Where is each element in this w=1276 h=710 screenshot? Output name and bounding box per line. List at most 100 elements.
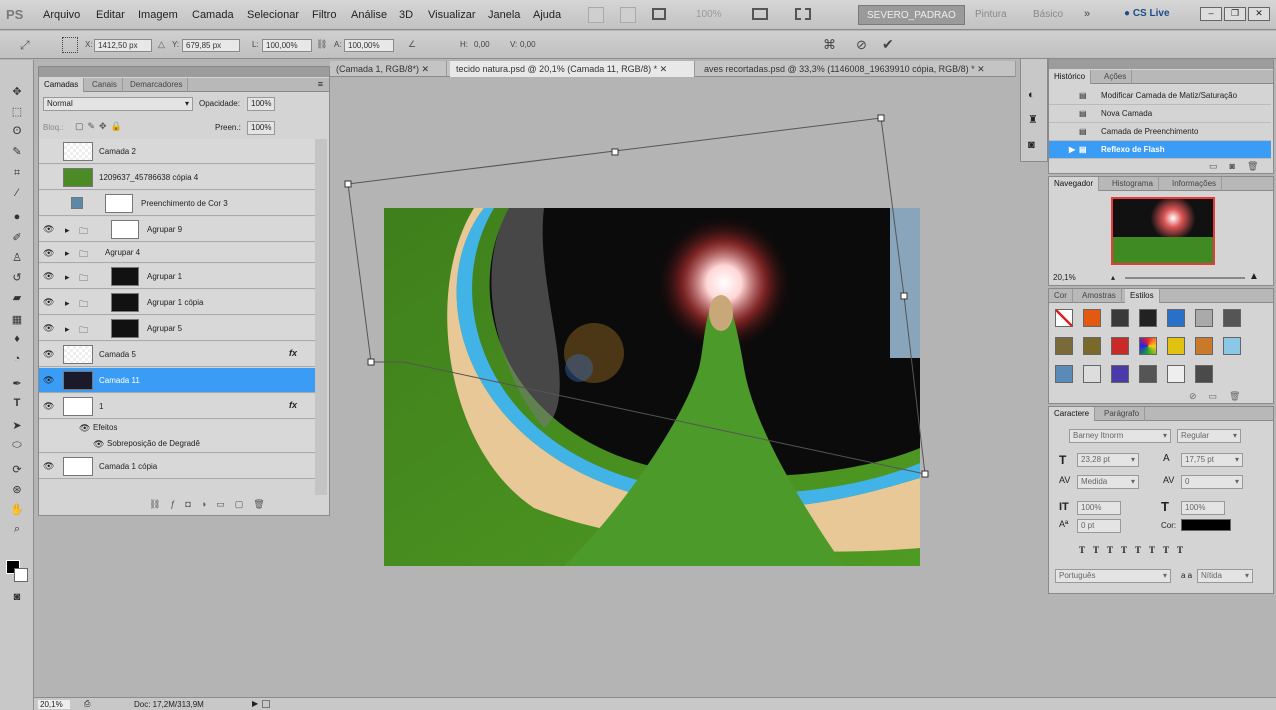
eye-icon[interactable]: 👁 — [93, 439, 104, 450]
arrange-documents-icon[interactable] — [752, 8, 768, 20]
skew-v-field[interactable]: 0,00 — [520, 40, 536, 49]
layers-footer-icons[interactable]: ⛓ƒ◘◑▭▢🗑 — [149, 499, 275, 510]
style-swatch[interactable] — [1083, 309, 1101, 327]
layer-effects-icon[interactable]: fx — [289, 348, 297, 358]
styles-footer-icons[interactable]: ⊘▭🗑 — [1189, 391, 1252, 402]
menu-3d[interactable]: 3D — [399, 9, 413, 21]
commit-transform-icon[interactable]: ✔ — [882, 36, 894, 53]
marquee-tool-icon[interactable]: ⬚ — [8, 102, 26, 120]
transform-handle[interactable] — [900, 292, 908, 300]
style-swatch[interactable] — [1223, 309, 1241, 327]
baseline-shift-field[interactable]: 0 pt — [1077, 519, 1121, 533]
transform-handle[interactable] — [877, 114, 885, 122]
status-zoom-field[interactable]: 20,1% — [38, 700, 70, 709]
antialias-select[interactable]: Nítida ▾ — [1197, 569, 1253, 583]
shape-tool-icon[interactable]: ⬭ — [8, 436, 26, 454]
move-tool-icon[interactable]: ✥ — [8, 82, 26, 100]
vertical-scale-field[interactable]: 100% — [1077, 501, 1121, 515]
font-size-field[interactable]: 23,28 pt ▾ — [1077, 453, 1139, 467]
tab-tecido-natura[interactable]: tecido natura.psd @ 20,1% (Camada 11, RG… — [450, 61, 695, 77]
mini-bridge-icon[interactable] — [620, 7, 636, 23]
workspace-pintura-link[interactable]: Pintura — [975, 9, 1007, 20]
style-none[interactable] — [1055, 309, 1073, 327]
type-tool-icon[interactable]: T — [8, 394, 26, 412]
eye-icon[interactable]: 👁 — [79, 423, 90, 434]
menu-analise[interactable]: Análise — [351, 9, 387, 21]
hand-tool-icon[interactable]: ✋ — [8, 500, 26, 518]
zoom-out-icon[interactable]: ▴ — [1111, 273, 1115, 282]
path-selection-tool-icon[interactable]: ➤ — [8, 416, 26, 434]
style-swatch[interactable] — [1195, 309, 1213, 327]
expand-arrow-icon[interactable]: ▸ — [65, 324, 70, 335]
eye-icon[interactable]: 👁 — [43, 271, 55, 281]
layer-row[interactable]: 👁 ▸ 🗀 Agrupar 9 — [39, 217, 315, 242]
clone-stamp-tool-icon[interactable]: ♙ — [8, 248, 26, 266]
kerning-select[interactable]: Medida ▾ — [1077, 475, 1139, 489]
history-item-selected[interactable]: ▶ ▤ Reflexo de Flash — [1049, 141, 1271, 159]
language-select[interactable]: Português ▾ — [1055, 569, 1171, 583]
tab-cor[interactable]: Cor — [1049, 289, 1073, 303]
layer-row[interactable]: 👁 1 fx — [39, 394, 315, 419]
tab-amostras[interactable]: Amostras — [1077, 289, 1122, 303]
tab-histograma[interactable]: Histograma — [1107, 177, 1159, 191]
eye-icon[interactable]: 👁 — [43, 375, 55, 385]
leading-field[interactable]: 17,75 pt ▾ — [1181, 453, 1243, 467]
tab-historico[interactable]: Histórico — [1049, 70, 1092, 84]
menu-ajuda[interactable]: Ajuda — [533, 9, 561, 21]
style-swatch[interactable] — [1167, 337, 1185, 355]
bridge-icon[interactable] — [588, 7, 604, 23]
close-tab-icon[interactable]: ✕ — [977, 64, 985, 74]
layer-row[interactable]: 👁 Camada 5 fx — [39, 342, 315, 367]
layer-row[interactable]: 👁 ▸ 🗀 Agrupar 5 — [39, 316, 315, 341]
text-color-swatch[interactable] — [1181, 519, 1231, 531]
more-workspaces-icon[interactable]: » — [1084, 8, 1090, 20]
history-item[interactable]: ▤ Modificar Camada de Matiz/Saturação — [1049, 87, 1271, 105]
opacity-field[interactable]: 100% — [247, 97, 275, 111]
style-swatch[interactable] — [1055, 365, 1073, 383]
clone-source-icon[interactable]: ◙ — [1028, 139, 1035, 151]
fill-field[interactable]: 100% — [247, 121, 275, 135]
menu-janela[interactable]: Janela — [488, 9, 520, 21]
eye-icon[interactable]: 👁 — [43, 323, 55, 333]
lasso-tool-icon[interactable]: ʘ — [8, 122, 26, 140]
scroll-left-icon[interactable] — [262, 700, 270, 708]
transform-handle[interactable] — [344, 180, 352, 188]
style-swatch[interactable] — [1195, 337, 1213, 355]
quick-mask-icon[interactable]: ◙ — [8, 588, 26, 606]
tab-acoes[interactable]: Ações — [1099, 70, 1133, 84]
reference-point-icon[interactable] — [62, 37, 78, 53]
delta-icon[interactable]: △ — [158, 39, 165, 50]
style-swatch[interactable] — [1111, 337, 1129, 355]
panel-titlebar[interactable] — [1049, 59, 1273, 69]
tab-aves-recortadas[interactable]: aves recortadas.psd @ 33,3% (1146008_196… — [698, 61, 1016, 77]
history-item[interactable]: ▤ Camada de Preenchimento — [1049, 123, 1271, 141]
effect-row[interactable]: 👁 Sobreposição de Degradê — [39, 436, 315, 453]
menu-visualizar[interactable]: Visualizar — [428, 9, 476, 21]
style-swatch[interactable] — [1223, 337, 1241, 355]
layer-row[interactable]: Preenchimento de Cor 3 — [39, 191, 315, 216]
menu-arquivo[interactable]: Arquivo — [43, 9, 80, 21]
style-swatch[interactable] — [1055, 337, 1073, 355]
style-swatch[interactable] — [1167, 365, 1185, 383]
blur-tool-icon[interactable]: ♦ — [8, 330, 26, 348]
zoom-slider[interactable] — [1125, 277, 1245, 279]
dodge-tool-icon[interactable]: ◔ — [8, 350, 26, 368]
layer-effects-icon[interactable]: fx — [289, 400, 297, 410]
tab-demarcadores[interactable]: Demarcadores — [125, 78, 189, 92]
close-tab-icon[interactable]: ✕ — [422, 64, 430, 74]
link-icon[interactable]: ⛓ — [316, 39, 327, 50]
style-swatch[interactable] — [1139, 309, 1157, 327]
transform-bounding-box[interactable] — [330, 100, 950, 500]
style-swatch[interactable] — [1083, 365, 1101, 383]
tracking-field[interactable]: 0 ▾ — [1181, 475, 1243, 489]
history-item[interactable]: ▤ Nova Camada — [1049, 105, 1271, 123]
gradient-tool-icon[interactable]: ▦ — [8, 310, 26, 328]
eyedropper-tool-icon[interactable]: ⁄ — [8, 184, 26, 202]
style-swatch[interactable] — [1195, 365, 1213, 383]
history-brush-tool-icon[interactable]: ↺ — [8, 268, 26, 286]
expand-arrow-icon[interactable]: ▸ — [65, 225, 70, 236]
lock-icons[interactable]: ▢✎✥🔒 — [75, 121, 126, 132]
eraser-tool-icon[interactable]: ▰ — [8, 288, 26, 306]
layer-row[interactable]: 1209637_45786638 cópia 4 — [39, 165, 315, 190]
layer-row-selected[interactable]: 👁 Camada 11 — [39, 368, 315, 393]
